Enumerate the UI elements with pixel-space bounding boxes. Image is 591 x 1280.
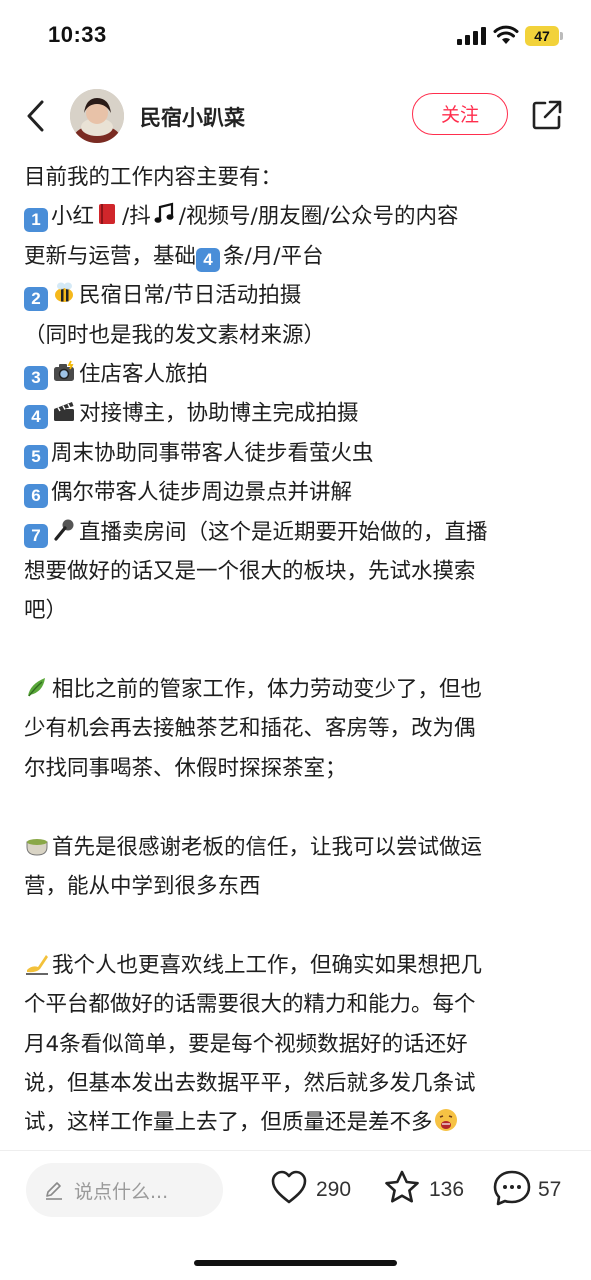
list-item-continuation: 更新与运营，基础 4 条/月/平台 [24, 237, 569, 276]
comment-bubble-icon [493, 1170, 531, 1206]
cellular-signal-icon [457, 27, 487, 45]
weary-face-emoji [433, 1107, 459, 1133]
keycap-number: 3 [24, 365, 48, 390]
camera-flash-emoji [51, 359, 77, 385]
star-icon [385, 1170, 419, 1203]
list-item: 1 小红/抖/视频号/朋友圈/公众号的内容 [24, 197, 569, 236]
like-count: 290 [316, 1178, 352, 1201]
paragraph-line: 个平台都做好的话需要很大的精力和能力。每个 [24, 992, 476, 1018]
list-item: 2 民宿日常/节日活动拍摄 [24, 276, 569, 315]
post-content: 目前我的工作内容主要有： 1 小红/抖/视频号/朋友圈/公众号的内容 更新与运营，… [24, 158, 569, 1143]
paragraph-line: 月4条看似简单，要是每个视频数据好的话还好 [24, 1031, 468, 1057]
teacup-emoji [24, 832, 50, 858]
comment-placeholder: 说点什么... [74, 1181, 169, 1203]
keycap-number: 4 [196, 247, 221, 272]
paragraph-line: 试，这样工作量上去了，但质量还是差不多 [24, 1103, 569, 1142]
keycap-number: 2 [24, 287, 48, 312]
list-item: 7 直播卖房间（这个是近期要开始做的，直播 [24, 513, 569, 552]
list-item-continuation: （同时也是我的发文素材来源） [24, 322, 326, 348]
keycap-number: 1 [24, 208, 48, 233]
keycap-number: 4 [24, 405, 48, 430]
post-header: 民宿小趴菜 关注 [0, 80, 591, 152]
paragraph-line: 少有机会再去接触茶艺和插花、客房等，改为偶 [24, 716, 476, 742]
author-name[interactable]: 民宿小趴菜 [140, 102, 245, 132]
paragraph-line: 首先是很感谢老板的信任，让我可以尝试做运 [24, 828, 569, 867]
post-intro: 目前我的工作内容主要有： [24, 165, 283, 190]
list-item: 3 住店客人旅拍 [24, 355, 569, 394]
microphone-emoji [51, 517, 77, 543]
list-item-continuation: 想要做好的话又是一个很大的板块，先试水摸索 [24, 558, 476, 584]
list-item: 5 周末协助同事带客人徒步看萤火虫 [24, 434, 569, 473]
paragraph-line: 营，能从中学到很多东西 [24, 874, 261, 900]
home-indicator[interactable] [194, 1260, 397, 1266]
like-button[interactable]: 290 [270, 1169, 360, 1209]
keycap-number: 6 [24, 484, 48, 509]
list-item-continuation: 吧） [24, 598, 68, 624]
keycap-number: 7 [24, 523, 48, 548]
paragraph-line: 说，但基本发出去数据平平，然后就多发几条试 [24, 1070, 476, 1096]
book-emoji [94, 201, 120, 227]
author-avatar[interactable] [70, 89, 124, 143]
back-icon[interactable] [22, 98, 52, 134]
comment-input[interactable]: 说点什么... [26, 1163, 223, 1217]
paragraph-line: 我个人也更喜欢线上工作，但确实如果想把几 [24, 946, 569, 985]
list-item: 4 对接博主，协助博主完成拍摄 [24, 394, 569, 433]
status-bar: 10:33 47 [0, 0, 591, 70]
collect-button[interactable]: 136 [383, 1169, 468, 1209]
list-item: 6 偶尔带客人徒步周边景点并讲解 [24, 473, 569, 512]
paragraph-line: 相比之前的管家工作，体力劳动变少了，但也 [24, 670, 569, 709]
wifi-icon [493, 25, 519, 44]
music-note-emoji [151, 201, 177, 227]
bottom-action-bar: 说点什么... 290 136 57 [0, 1150, 591, 1231]
herb-emoji [24, 674, 50, 700]
heart-icon [271, 1170, 307, 1204]
share-icon[interactable] [530, 98, 564, 132]
bee-emoji [51, 280, 77, 306]
pencil-icon [46, 1182, 62, 1200]
clapper-emoji [51, 398, 77, 424]
writing-hand-emoji [24, 950, 50, 976]
keycap-number: 5 [24, 444, 48, 469]
follow-button[interactable]: 关注 [412, 93, 508, 135]
comment-count: 57 [538, 1178, 562, 1201]
paragraph-line: 尔找同事喝茶、休假时探探茶室； [24, 755, 347, 781]
comment-button[interactable]: 57 [492, 1169, 572, 1209]
collect-count: 136 [429, 1178, 465, 1201]
status-time: 10:33 [48, 22, 107, 47]
battery-indicator: 47 [525, 26, 563, 46]
